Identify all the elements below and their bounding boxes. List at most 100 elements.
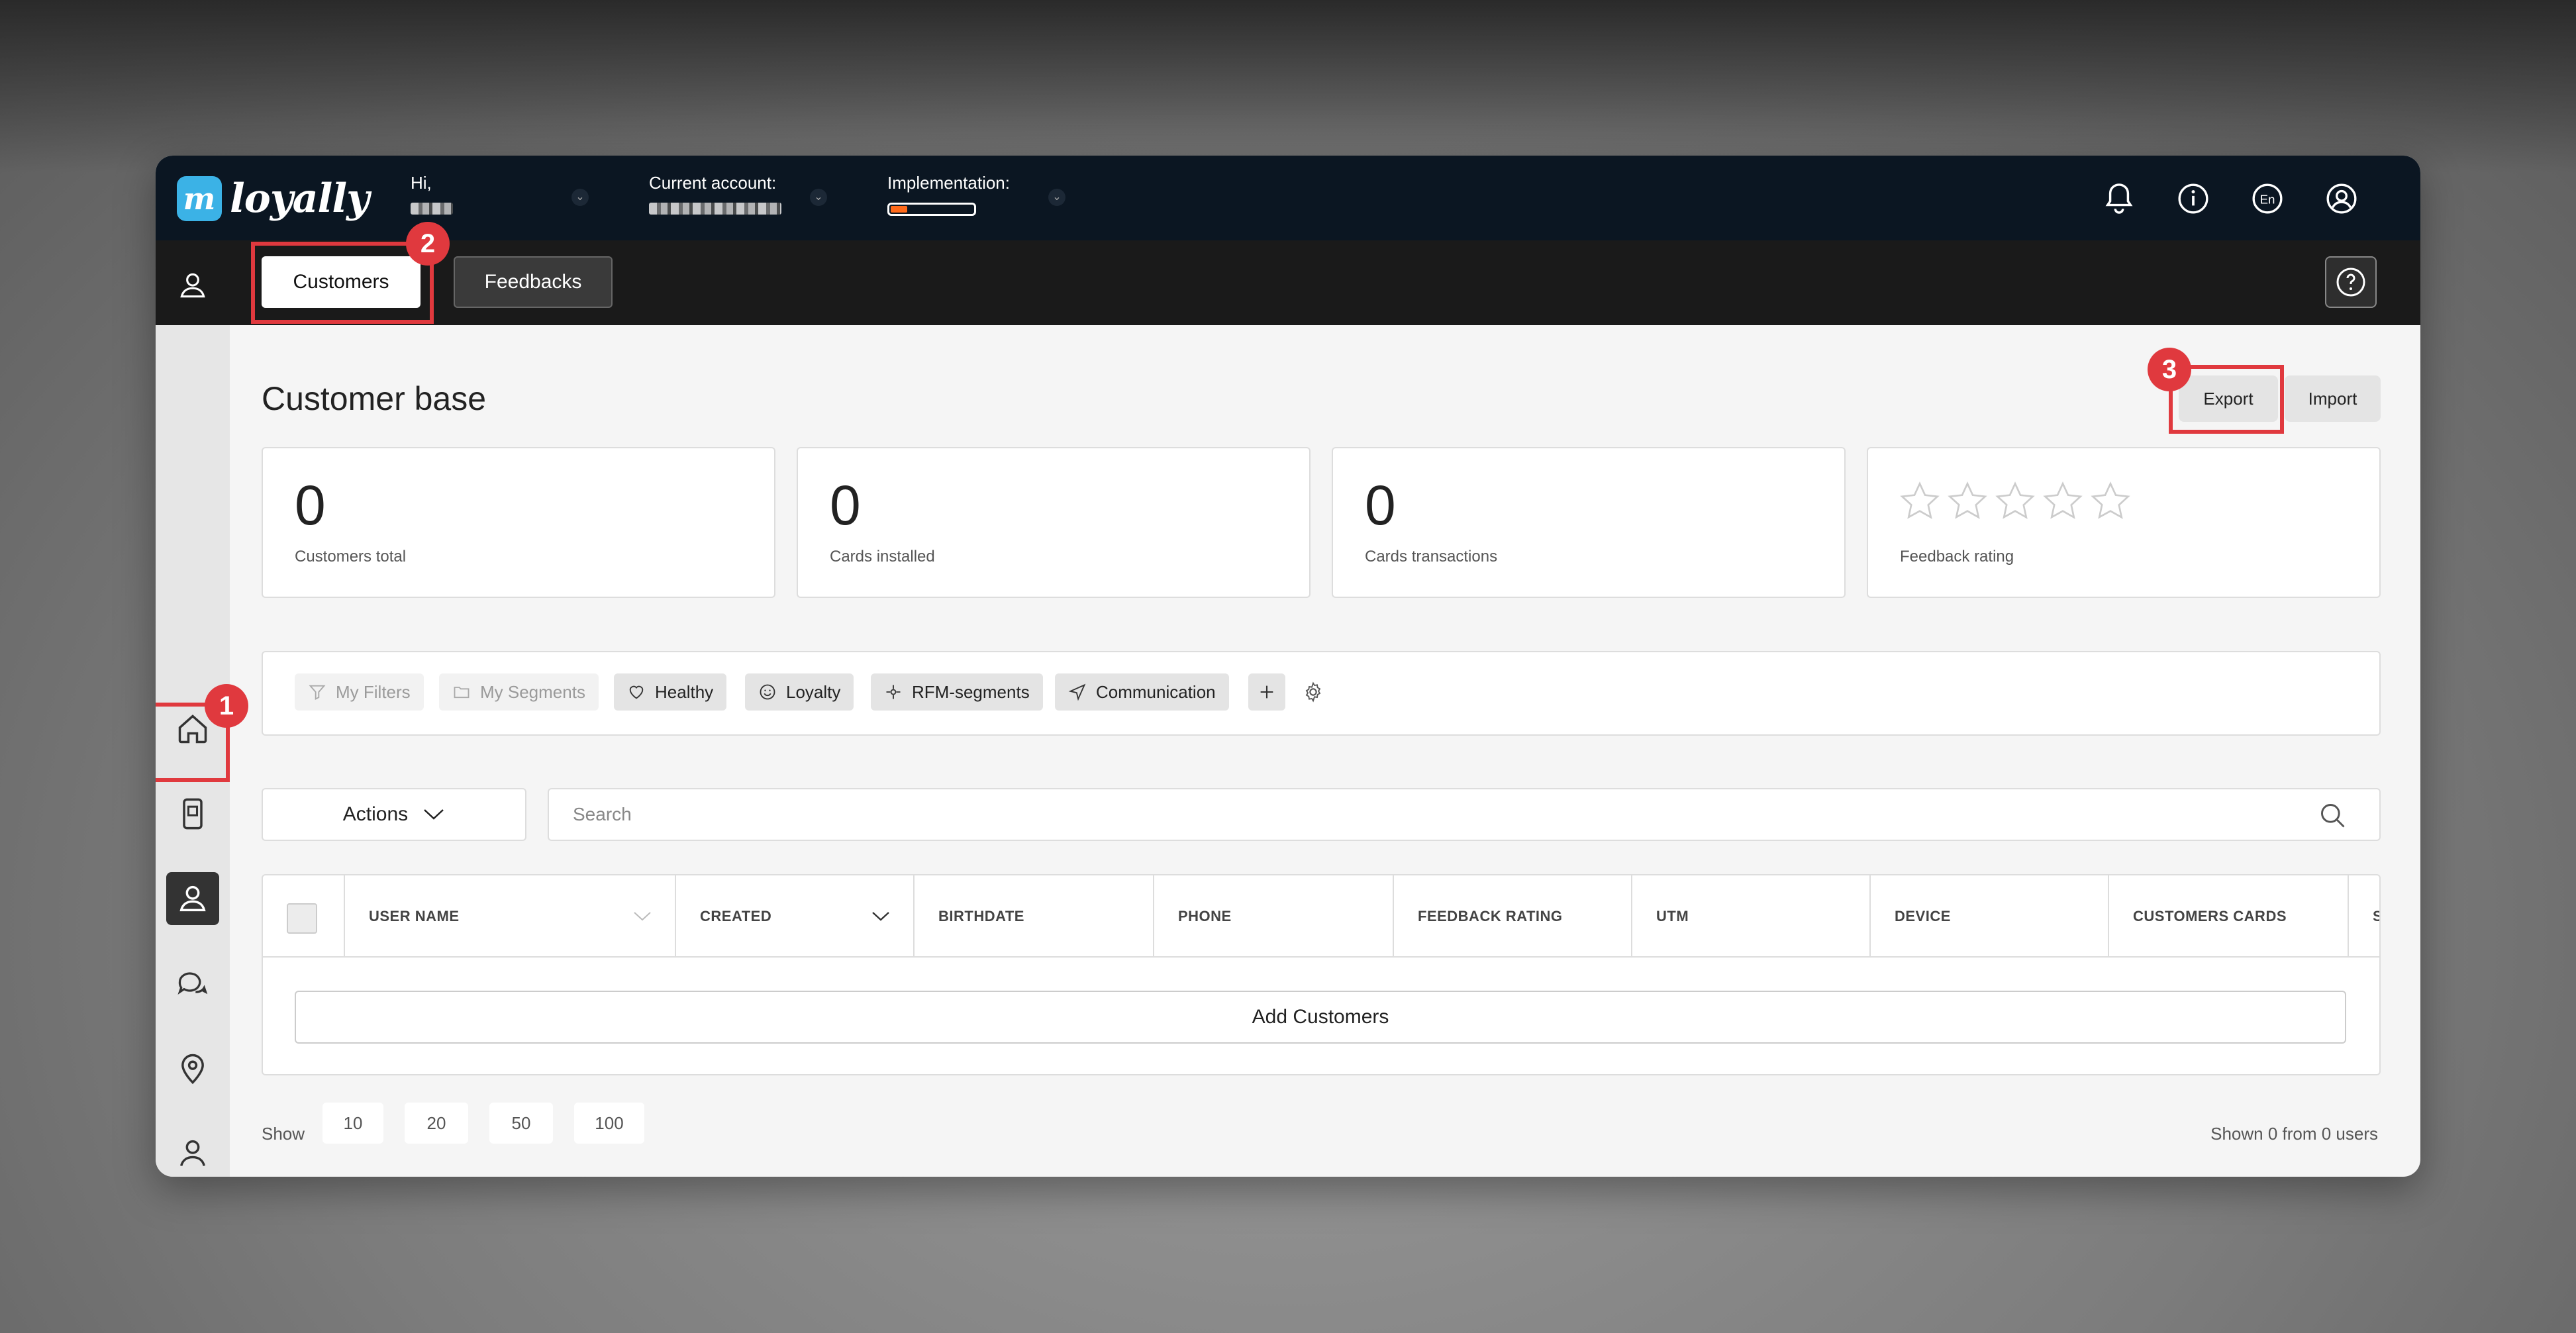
- implementation-label: Implementation:: [887, 173, 1010, 193]
- stat-label: Cards transactions: [1365, 548, 1498, 566]
- logo-text: loyally: [230, 175, 370, 222]
- current-account: Current account:: [649, 173, 795, 215]
- sidebar-item-cards[interactable]: [166, 787, 219, 840]
- page-size-100[interactable]: 100: [574, 1103, 644, 1144]
- annotation-badge-1: 1: [205, 684, 248, 728]
- my-filters-chip[interactable]: My Filters: [295, 673, 424, 711]
- sort-chevron-icon: [872, 912, 889, 921]
- chat-icon: [177, 972, 208, 995]
- sidebar-item-messages[interactable]: [166, 957, 219, 1010]
- language-icon[interactable]: En: [2250, 181, 2285, 217]
- stat-label: Customers total: [295, 548, 407, 566]
- search-placeholder: Search: [573, 804, 632, 824]
- stat-card-cards-transactions: 0 Cards transactions: [1332, 447, 1846, 598]
- star-icon: [2091, 481, 2130, 519]
- star-icon: [1900, 481, 1940, 519]
- annotation-box-2: [251, 242, 434, 324]
- annotation-badge-3: 3: [2148, 348, 2191, 391]
- column-phone[interactable]: PHONE: [1153, 875, 1393, 958]
- sidebar-item-customers[interactable]: [166, 872, 219, 925]
- add-customers-button[interactable]: Add Customers: [295, 991, 2346, 1044]
- tag-communication[interactable]: Communication: [1055, 673, 1229, 711]
- phone-card-icon: [183, 798, 203, 830]
- info-icon[interactable]: [2175, 181, 2211, 217]
- customers-table: USER NAME CREATED BIRTHDATE PHONE FEEDBA…: [262, 874, 2381, 1075]
- implementation-dropdown-chevron-icon[interactable]: ⌄: [1048, 189, 1065, 206]
- sidebar-item-locations[interactable]: [166, 1042, 219, 1095]
- show-label: Show: [262, 1124, 305, 1144]
- folder-icon: [454, 687, 470, 699]
- tab-feedbacks[interactable]: Feedbacks: [454, 256, 613, 308]
- tag-label: Healthy: [655, 681, 714, 702]
- annotation-badge-2: 2: [406, 222, 450, 266]
- stat-value: 0: [1365, 474, 1396, 536]
- logo[interactable]: m loyally: [177, 175, 370, 222]
- help-button[interactable]: [2325, 256, 2377, 308]
- actions-label: Actions: [342, 803, 409, 825]
- plus-icon: [1260, 685, 1273, 699]
- customers-icon: [179, 885, 206, 912]
- user-dropdown-chevron-icon[interactable]: ⌄: [571, 189, 589, 206]
- segments-icon: [886, 685, 901, 699]
- filter-settings-gear-icon[interactable]: [1303, 681, 1324, 706]
- tag-label: RFM-segments: [912, 681, 1030, 702]
- bell-icon[interactable]: [2101, 181, 2137, 217]
- page-size-50[interactable]: 50: [489, 1103, 553, 1144]
- account-dropdown-chevron-icon[interactable]: ⌄: [810, 189, 827, 206]
- my-segments-chip[interactable]: My Segments: [439, 673, 599, 711]
- import-button[interactable]: Import: [2285, 375, 2381, 422]
- column-label: USER NAME: [369, 908, 460, 924]
- page-size-10[interactable]: 10: [322, 1103, 383, 1144]
- tag-loyalty[interactable]: Loyalty: [745, 673, 854, 711]
- stat-value: 0: [295, 474, 326, 536]
- add-filter-button[interactable]: [1248, 673, 1285, 711]
- stat-card-cards-installed: 0 Cards installed: [797, 447, 1311, 598]
- profile-icon[interactable]: [2324, 181, 2359, 217]
- stat-card-feedback-rating: Feedback rating: [1867, 447, 2381, 598]
- column-user-name[interactable]: USER NAME: [344, 875, 675, 958]
- column-created[interactable]: CREATED: [675, 875, 913, 958]
- column-feedback-rating[interactable]: FEEDBACK RATING: [1393, 875, 1631, 958]
- filter-icon: [309, 685, 326, 701]
- star-icon: [1995, 481, 2035, 519]
- greeting-label: Hi,: [411, 173, 432, 193]
- implementation: Implementation:: [887, 173, 1046, 216]
- implementation-progress-bar: [887, 203, 976, 216]
- sidebar-item-users[interactable]: [166, 1126, 219, 1177]
- user-icon: [179, 1140, 206, 1167]
- tag-rfm-segments[interactable]: RFM-segments: [871, 673, 1043, 711]
- filters-bar: My Filters My Segments Healthy Loyalty R…: [262, 651, 2381, 736]
- select-all-checkbox[interactable]: [287, 903, 317, 934]
- implementation-progress-fill: [891, 206, 907, 213]
- search-icon[interactable]: [2318, 801, 2348, 835]
- location-pin-icon: [181, 1054, 204, 1085]
- stat-label: Cards installed: [830, 548, 935, 566]
- stat-card-customers-total: 0 Customers total: [262, 447, 775, 598]
- tag-label: Communication: [1096, 681, 1216, 702]
- column-birthdate[interactable]: BIRTHDATE: [913, 875, 1153, 958]
- table-header: USER NAME CREATED BIRTHDATE PHONE FEEDBA…: [263, 875, 2379, 958]
- column-utm[interactable]: UTM: [1631, 875, 1869, 958]
- question-icon: [2336, 268, 2365, 297]
- sort-chevron-icon: [634, 912, 651, 921]
- stat-label: Feedback rating: [1900, 548, 2014, 566]
- star-icon: [1948, 481, 1987, 519]
- rating-stars: [1899, 480, 2132, 522]
- tag-label: Loyalty: [786, 681, 841, 702]
- column-device[interactable]: DEVICE: [1869, 875, 2108, 958]
- background-shade: [0, 0, 2576, 172]
- my-filters-label: My Filters: [336, 681, 411, 702]
- heart-icon: [629, 685, 644, 699]
- page-title: Customer base: [262, 380, 487, 417]
- shown-summary: Shown 0 from 0 users: [2210, 1124, 2378, 1144]
- column-truncated[interactable]: S: [2348, 875, 2379, 958]
- tag-healthy[interactable]: Healthy: [614, 673, 727, 711]
- my-segments-label: My Segments: [480, 681, 585, 702]
- customers-section-icon: [173, 266, 213, 305]
- column-customers-cards[interactable]: CUSTOMERS CARDS: [2108, 875, 2348, 958]
- actions-dropdown[interactable]: Actions: [262, 788, 526, 841]
- app-window: m loyally Hi, ⌄ Current account: ⌄ Imple…: [156, 156, 2420, 1177]
- account-label: Current account:: [649, 173, 777, 193]
- search-input[interactable]: Search: [548, 788, 2381, 841]
- page-size-20[interactable]: 20: [405, 1103, 468, 1144]
